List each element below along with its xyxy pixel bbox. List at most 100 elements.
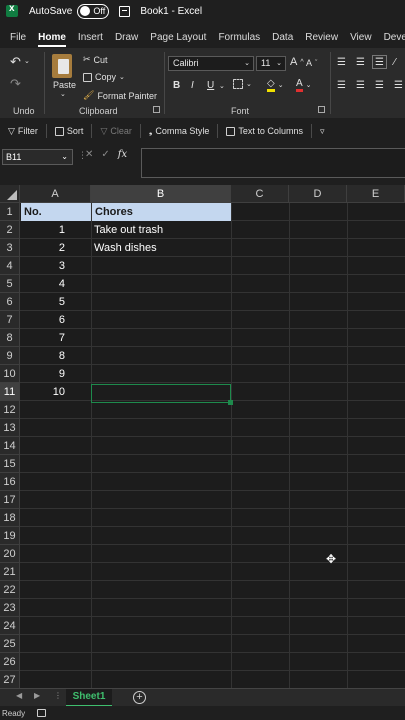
row-header-17[interactable]: 17 (0, 491, 20, 509)
row-header-12[interactable]: 12 (0, 401, 20, 419)
column-header-d[interactable]: D (289, 185, 347, 203)
column-header-a[interactable]: A (20, 185, 91, 203)
tab-formulas[interactable]: Formulas (218, 32, 260, 43)
add-sheet-icon[interactable]: + (133, 691, 146, 704)
name-box[interactable]: B11 ⌄ (2, 149, 73, 165)
cell-a10[interactable]: 9 (20, 365, 91, 383)
tab-data[interactable]: Data (272, 32, 293, 43)
underline-button[interactable]: U (207, 80, 214, 91)
clipboard-icon[interactable] (52, 54, 72, 78)
cell-a4[interactable]: 3 (20, 257, 91, 275)
orientation-icon[interactable]: ⁄ (394, 57, 396, 68)
sheet-next-icon[interactable]: ▶ (34, 691, 40, 700)
cell-b2[interactable]: Take out trash (91, 221, 231, 239)
tab-home[interactable]: Home (38, 32, 66, 47)
accessibility-icon[interactable] (37, 709, 47, 717)
column-header-c[interactable]: C (231, 185, 289, 203)
bold-button[interactable]: B (173, 80, 180, 91)
column-header-b[interactable]: B (91, 185, 231, 203)
undo-icon[interactable]: ↶ (10, 54, 21, 70)
column-header-e[interactable]: E (347, 185, 405, 203)
tab-insert[interactable]: Insert (78, 32, 103, 43)
align-center-icon[interactable]: ☰ (356, 80, 365, 91)
cell-a1[interactable]: No. (21, 203, 91, 221)
row-header-6[interactable]: 6 (0, 293, 20, 311)
cell-a8[interactable]: 7 (20, 329, 91, 347)
sort-button[interactable]: Sort (54, 126, 83, 136)
fill-color-button[interactable]: ◇ ⌄ (267, 78, 284, 92)
tab-file[interactable]: File (10, 32, 26, 43)
cell-a6[interactable]: 5 (20, 293, 91, 311)
cut-button[interactable]: ✂ Cut (83, 54, 108, 65)
row-header-19[interactable]: 19 (0, 527, 20, 545)
cell-a5[interactable]: 4 (20, 275, 91, 293)
row-header-14[interactable]: 14 (0, 437, 20, 455)
clipboard-launcher-icon[interactable] (153, 106, 160, 113)
formula-input[interactable] (141, 148, 405, 178)
tab-view[interactable]: View (350, 32, 372, 43)
format-painter-button[interactable]: 🖌 Format Painter (83, 90, 157, 101)
tab-page-layout[interactable]: Page Layout (150, 32, 206, 43)
row-header-27[interactable]: 27 (0, 671, 20, 688)
borders-button[interactable]: ⌄ (233, 79, 252, 89)
indent-icon[interactable]: ☰ (394, 80, 403, 91)
row-header-18[interactable]: 18 (0, 509, 20, 527)
clear-filter-button[interactable]: ▽ Clear (100, 126, 131, 137)
cell-a11[interactable]: 10 (20, 383, 91, 401)
paste-button[interactable]: Paste (53, 80, 76, 90)
tab-draw[interactable]: Draw (115, 32, 138, 43)
align-top-icon[interactable]: ☰ (337, 57, 346, 68)
tab-developer[interactable]: Devel (384, 32, 405, 43)
cell-a9[interactable]: 8 (20, 347, 91, 365)
filter-button[interactable]: ▽ Filter (8, 126, 38, 137)
tab-review[interactable]: Review (305, 32, 338, 43)
italic-button[interactable]: I (191, 80, 194, 91)
font-launcher-icon[interactable] (318, 106, 325, 113)
row-header-4[interactable]: 4 (0, 257, 20, 275)
row-header-24[interactable]: 24 (0, 617, 20, 635)
align-left-icon[interactable]: ☰ (337, 80, 346, 91)
row-header-3[interactable]: 3 (0, 239, 20, 257)
row-header-5[interactable]: 5 (0, 275, 20, 293)
customize-toolbar-icon[interactable]: ▿ (320, 126, 325, 137)
cell-a7[interactable]: 6 (20, 311, 91, 329)
align-right-icon[interactable]: ☰ (375, 80, 384, 91)
sheet-tab-sheet1[interactable]: Sheet1 (66, 689, 112, 707)
row-header-16[interactable]: 16 (0, 473, 20, 491)
active-cell-b11[interactable] (91, 384, 233, 405)
enter-icon[interactable]: ✓ (101, 149, 109, 160)
decrease-font-button[interactable]: Aˇ (306, 58, 317, 68)
row-header-8[interactable]: 8 (0, 329, 20, 347)
worksheet-grid[interactable]: A B C D E 1 2 3 4 5 6 7 8 9 10 11 12 13 14 15 16 17 18 19 2… (0, 185, 405, 688)
undo-dropdown-icon[interactable]: ⌄ (24, 57, 30, 65)
row-header-7[interactable]: 7 (0, 311, 20, 329)
row-header-20[interactable]: 20 (0, 545, 20, 563)
row-header-23[interactable]: 23 (0, 599, 20, 617)
sheet-prev-icon[interactable]: ◀ (16, 691, 22, 700)
row-header-22[interactable]: 22 (0, 581, 20, 599)
copy-button[interactable]: Copy ⌄ (83, 72, 125, 82)
cell-a3[interactable]: 2 (20, 239, 91, 257)
row-header-13[interactable]: 13 (0, 419, 20, 437)
insert-function-button[interactable]: fx (118, 149, 127, 160)
row-header-25[interactable]: 25 (0, 635, 20, 653)
row-header-21[interactable]: 21 (0, 563, 20, 581)
font-color-button[interactable]: A ⌄ (296, 78, 312, 92)
autosave-toggle[interactable]: Off (77, 3, 110, 19)
font-name-box[interactable]: Calibri ⌄ (168, 56, 254, 71)
cell-b3[interactable]: Wash dishes (91, 239, 231, 257)
cancel-icon[interactable]: ✕ (85, 149, 93, 160)
comma-style-button[interactable]: ❟ Comma Style (149, 126, 210, 137)
save-icon[interactable] (119, 5, 131, 17)
row-header-15[interactable]: 15 (0, 455, 20, 473)
select-all-button[interactable] (0, 185, 20, 203)
row-header-26[interactable]: 26 (0, 653, 20, 671)
row-header-10[interactable]: 10 (0, 365, 20, 383)
redo-icon[interactable]: ↷ (10, 76, 21, 92)
increase-font-button[interactable]: A ^ (290, 56, 304, 68)
underline-dropdown-icon[interactable]: ⌄ (219, 82, 225, 90)
row-header-11[interactable]: 11 (0, 383, 20, 401)
paste-dropdown-icon[interactable]: ⌄ (60, 90, 66, 98)
align-bottom-icon[interactable]: ☰ (372, 55, 387, 69)
align-middle-icon[interactable]: ☰ (356, 57, 365, 68)
